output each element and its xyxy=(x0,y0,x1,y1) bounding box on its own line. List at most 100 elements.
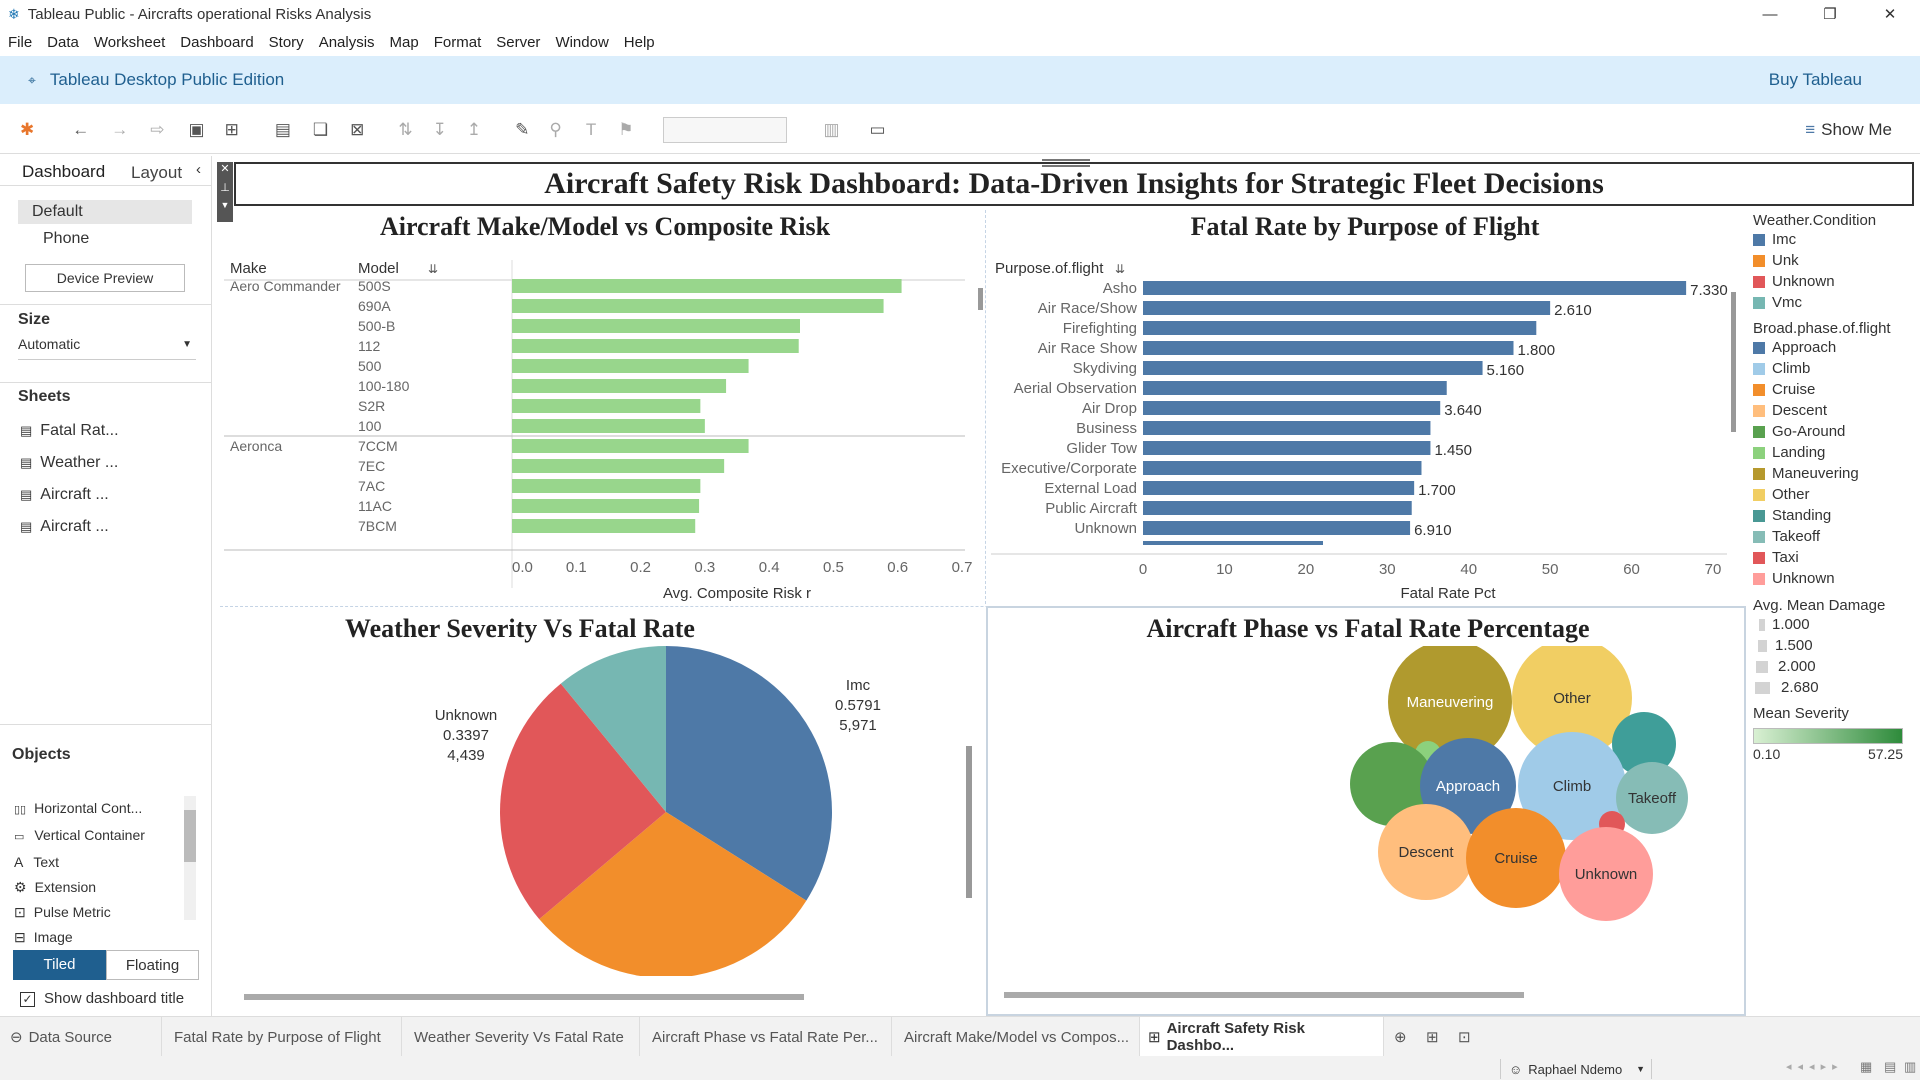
phase-legend-item[interactable]: Maneuvering xyxy=(1753,463,1920,484)
sheet-item[interactable]: ▤ Aircraft ... xyxy=(20,486,109,504)
show-me-icon[interactable]: ≡ xyxy=(1805,120,1815,140)
menu-window[interactable]: Window xyxy=(555,34,608,51)
pin-icon[interactable]: ⌖ xyxy=(28,72,36,89)
purpose-chart[interactable]: Fatal Rate by Purpose of Flight Purpose.… xyxy=(987,210,1743,604)
tab-aircraft-phase[interactable]: Aircraft Phase vs Fatal Rate Per... xyxy=(640,1017,892,1057)
tab-dashboard[interactable]: Dashboard xyxy=(22,162,105,182)
floating-button[interactable]: Floating xyxy=(106,950,199,980)
phase-legend-item[interactable]: Climb xyxy=(1753,358,1920,379)
phase-legend-item[interactable]: Takeoff xyxy=(1753,526,1920,547)
show-title-checkbox[interactable]: ✓ xyxy=(20,992,35,1007)
object-text[interactable]: A Text xyxy=(14,850,194,875)
sort-ascending-icon[interactable]: ↧ xyxy=(433,120,447,140)
phase-legend-item[interactable]: Unknown xyxy=(1753,568,1920,589)
phase-legend-item[interactable]: Descent xyxy=(1753,400,1920,421)
menu-file[interactable]: File xyxy=(8,34,32,51)
label-icon[interactable]: T xyxy=(586,120,596,140)
menu-format[interactable]: Format xyxy=(434,34,482,51)
new-sheet-icon[interactable]: ▤ xyxy=(275,120,291,140)
phase-legend-item[interactable]: Other xyxy=(1753,484,1920,505)
sheet-item[interactable]: ▤ Weather ... xyxy=(20,454,118,472)
object-image[interactable]: ⊟ Image xyxy=(14,925,194,950)
weather-legend-item[interactable]: Imc xyxy=(1753,229,1920,250)
bubble-scrollbar[interactable] xyxy=(1004,992,1524,998)
object-vertical-container[interactable]: ▭ Vertical Container xyxy=(14,823,194,850)
new-dashboard-icon[interactable]: ⊞ xyxy=(1418,1017,1450,1057)
grid-view-icon[interactable]: ▦ xyxy=(1860,1059,1872,1075)
tab-safety-dashboard[interactable]: ⊞ Aircraft Safety Risk Dashbo... xyxy=(1140,1017,1384,1057)
tiled-button[interactable]: Tiled xyxy=(13,950,106,980)
device-phone[interactable]: Phone xyxy=(43,230,89,248)
menu-dashboard[interactable]: Dashboard xyxy=(180,34,253,51)
device-preview-button[interactable]: Device Preview xyxy=(25,264,185,292)
new-data-source-icon[interactable]: ⊞ xyxy=(225,120,239,140)
tab-data-source[interactable]: ⊖ Data Source xyxy=(0,1017,162,1057)
object-horizontal-container[interactable]: ▯▯ Horizontal Cont... xyxy=(14,796,194,823)
pie-scrollbar[interactable] xyxy=(244,994,804,1000)
show-me-button[interactable]: Show Me xyxy=(1821,120,1892,140)
save-icon[interactable]: ▣ xyxy=(189,120,205,140)
pin-icon[interactable]: ⊥ xyxy=(217,181,233,194)
tableau-logo-icon[interactable]: ✱ xyxy=(20,120,34,140)
user-menu[interactable]: ☺ Raphael Ndemo ▼ xyxy=(1500,1059,1652,1079)
collapse-pane-icon[interactable]: ‹ xyxy=(196,161,201,178)
sheet-item[interactable]: ▤ Aircraft ... xyxy=(20,518,109,536)
redo-icon[interactable]: → xyxy=(111,120,128,140)
show-cards-icon[interactable]: ▥ xyxy=(823,120,839,140)
new-worksheet-icon[interactable]: ⊕ xyxy=(1386,1017,1418,1057)
undo-icon[interactable]: ← xyxy=(72,120,89,140)
phase-legend-item[interactable]: Go-Around xyxy=(1753,421,1920,442)
phase-legend-item[interactable]: Cruise xyxy=(1753,379,1920,400)
buy-tableau-link[interactable]: Buy Tableau xyxy=(1769,70,1862,90)
menu-data[interactable]: Data xyxy=(47,34,79,51)
presentation-icon[interactable]: ▭ xyxy=(870,120,886,140)
weather-legend-item[interactable]: Unknown xyxy=(1753,271,1920,292)
x-tick-label: 70 xyxy=(1705,561,1722,578)
device-default[interactable]: Default xyxy=(18,200,192,224)
tab-navigation[interactable]: ◂◂◂▸▸ xyxy=(1786,1060,1844,1073)
make-model-chart[interactable]: Aircraft Make/Model vs Composite Risk Ma… xyxy=(220,210,990,604)
phase-legend-item[interactable]: Landing xyxy=(1753,442,1920,463)
tab-fatal-rate-purpose[interactable]: Fatal Rate by Purpose of Flight xyxy=(162,1017,402,1057)
weather-legend-item[interactable]: Vmc xyxy=(1753,292,1920,313)
menu-map[interactable]: Map xyxy=(390,34,419,51)
highlight-icon[interactable]: ✎ xyxy=(515,120,529,140)
move-icon[interactable]: ✕ xyxy=(217,162,233,175)
replay-icon[interactable]: ⇨ xyxy=(150,120,164,140)
tab-layout[interactable]: Layout xyxy=(131,163,182,183)
pie-vscrollbar[interactable] xyxy=(966,746,972,898)
objects-scrollbar[interactable] xyxy=(184,796,196,920)
object-extension[interactable]: ⚙ Extension xyxy=(14,875,194,900)
menu-story[interactable]: Story xyxy=(269,34,304,51)
weather-pie-chart[interactable]: Weather Severity Vs Fatal Rate Imc 0.5791… xyxy=(220,610,980,1020)
menu-worksheet[interactable]: Worksheet xyxy=(94,34,165,51)
group-icon[interactable]: ⚲ xyxy=(549,120,561,140)
maximize-icon[interactable]: ❐ xyxy=(1800,5,1860,23)
phase-bubble-chart[interactable]: Aircraft Phase vs Fatal Rate Percentage … xyxy=(986,606,1746,1016)
more-options-icon[interactable]: ▼ xyxy=(217,200,233,210)
phase-legend-item[interactable]: Approach xyxy=(1753,337,1920,358)
filmstrip-icon[interactable]: ▥ xyxy=(1904,1059,1916,1075)
new-story-icon[interactable]: ⊡ xyxy=(1450,1017,1482,1057)
tab-weather-severity[interactable]: Weather Severity Vs Fatal Rate xyxy=(402,1017,640,1057)
sort-descending-icon[interactable]: ↥ xyxy=(467,120,481,140)
menu-server[interactable]: Server xyxy=(496,34,540,51)
list-view-icon[interactable]: ▤ xyxy=(1884,1059,1896,1075)
menu-analysis[interactable]: Analysis xyxy=(319,34,375,51)
phase-legend-item[interactable]: Standing xyxy=(1753,505,1920,526)
object-pulse-metric[interactable]: ⊡ Pulse Metric xyxy=(14,900,194,925)
minimize-icon[interactable]: — xyxy=(1740,6,1800,23)
model-label: 500 xyxy=(358,358,382,374)
close-icon[interactable]: ✕ xyxy=(1860,5,1920,23)
phase-legend-item[interactable]: Taxi xyxy=(1753,547,1920,568)
fit-dropdown[interactable] xyxy=(663,116,788,143)
fix-axes-icon[interactable]: ⚑ xyxy=(618,120,633,140)
weather-legend-item[interactable]: Unk xyxy=(1753,250,1920,271)
duplicate-icon[interactable]: ❏ xyxy=(313,120,328,140)
sheet-item[interactable]: ▤ Fatal Rat... xyxy=(20,422,119,440)
swap-icon[interactable]: ⇅ xyxy=(398,120,412,140)
size-dropdown[interactable]: Automatic ▼ xyxy=(18,336,196,360)
menu-help[interactable]: Help xyxy=(624,34,655,51)
clear-sheet-icon[interactable]: ⊠ xyxy=(350,120,364,140)
tab-make-model[interactable]: Aircraft Make/Model vs Compos... xyxy=(892,1017,1140,1057)
